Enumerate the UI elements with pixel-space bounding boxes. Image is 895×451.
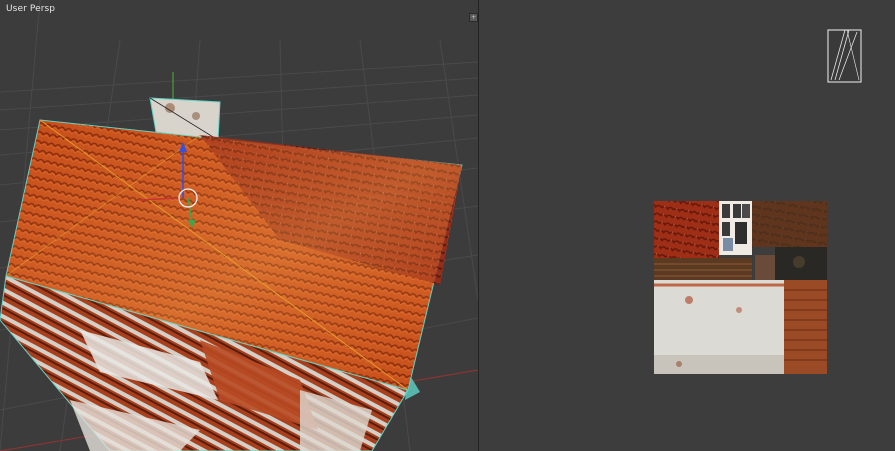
- texture-image[interactable]: [654, 201, 827, 374]
- uv-island-icon[interactable]: [827, 29, 862, 83]
- uv-editor[interactable]: [479, 0, 895, 451]
- viewport-label: User Persp: [6, 4, 56, 14]
- viewport-canvas[interactable]: [0, 0, 478, 451]
- uv-canvas[interactable]: [479, 0, 895, 451]
- 3d-viewport[interactable]: User Persp: [0, 0, 478, 451]
- split-corner-icon[interactable]: +: [469, 13, 478, 22]
